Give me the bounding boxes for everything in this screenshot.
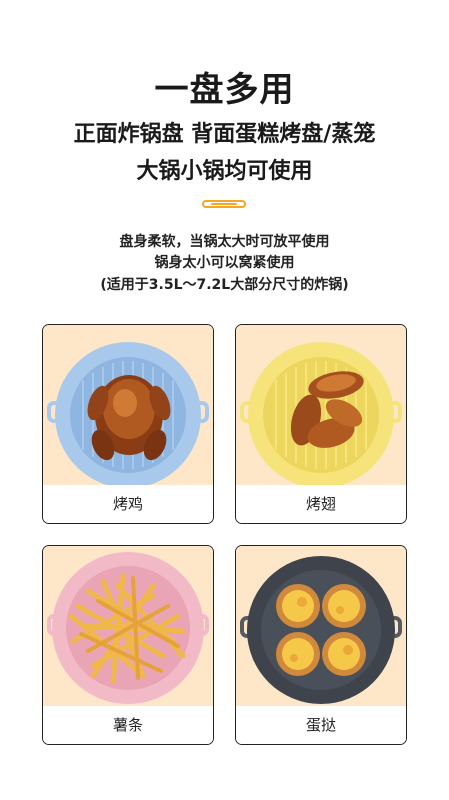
card-label: 烤翅 xyxy=(236,486,406,523)
chicken-wings-photo xyxy=(236,325,406,485)
roast-chicken-photo xyxy=(43,325,213,485)
usage-card-french-fries: 薯条 xyxy=(42,545,214,745)
card-label: 蛋挞 xyxy=(236,707,406,744)
usage-card-egg-tarts: 蛋挞 xyxy=(235,545,407,745)
page-title: 一盘多用 xyxy=(154,70,295,110)
description-line-1: 盘身柔软，当锅太大时可放平使用 xyxy=(119,234,330,250)
usage-card-chicken-wings: 烤翅 xyxy=(235,324,407,524)
french-fries-photo xyxy=(43,546,213,706)
egg-tarts-photo xyxy=(236,546,406,706)
subtitle-line-2: 大锅小锅均可使用 xyxy=(136,159,313,184)
divider-decoration xyxy=(202,200,246,208)
subtitle-line-1: 正面炸锅盘 背面蛋糕烤盘/蒸笼 xyxy=(73,122,376,147)
card-label: 薯条 xyxy=(43,707,213,744)
description-line-3: (适用于3.5L～7.2L大部分尺寸的炸锅) xyxy=(100,277,349,293)
description-line-2: 锅身太小可以窝紧使用 xyxy=(154,255,295,271)
card-label: 烤鸡 xyxy=(43,486,213,523)
usage-card-roast-chicken: 烤鸡 xyxy=(42,324,214,524)
